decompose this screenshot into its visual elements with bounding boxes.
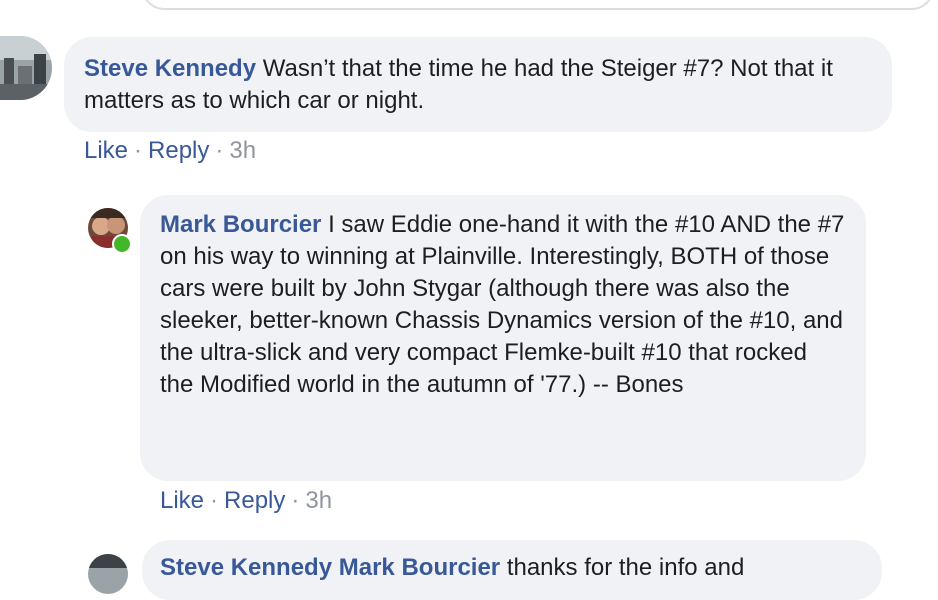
comment-author[interactable]: Steve Kennedy bbox=[84, 55, 256, 82]
comment-author[interactable]: Mark Bourcier bbox=[160, 211, 321, 238]
separator: · bbox=[134, 137, 143, 164]
like-button[interactable]: Like bbox=[84, 137, 128, 164]
reply-bubble: Steve Kennedy Mark Bourcier thanks for t… bbox=[142, 540, 882, 600]
avatar-steve-kennedy-small[interactable] bbox=[88, 554, 128, 594]
avatar-image bbox=[88, 554, 128, 594]
comment-actions: Like · Reply · 3h bbox=[84, 137, 256, 165]
timestamp[interactable]: 3h bbox=[229, 137, 256, 164]
comment-text: I saw Eddie one-hand it with the #10 AND… bbox=[160, 211, 845, 398]
avatar-steve-kennedy[interactable] bbox=[0, 36, 52, 100]
reply-button[interactable]: Reply bbox=[224, 487, 285, 514]
timestamp[interactable]: 3h bbox=[305, 487, 332, 514]
comment-actions: Like · Reply · 3h bbox=[160, 487, 332, 515]
online-status-indicator bbox=[112, 234, 132, 254]
separator: · bbox=[210, 487, 219, 514]
reply-bubble: Mark Bourcier I saw Eddie one-hand it wi… bbox=[140, 195, 866, 481]
separator: · bbox=[291, 487, 300, 514]
previous-comment-input-edge bbox=[142, 0, 934, 10]
avatar-image bbox=[0, 36, 52, 100]
reply-button[interactable]: Reply bbox=[148, 137, 209, 164]
like-button[interactable]: Like bbox=[160, 487, 204, 514]
comment-bubble: Steve Kennedy Wasn’t that the time he ha… bbox=[64, 37, 892, 132]
separator: · bbox=[215, 137, 224, 164]
